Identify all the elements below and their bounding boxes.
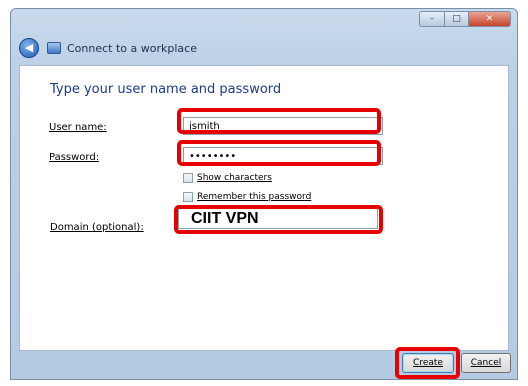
back-arrow-icon[interactable]: ◀: [19, 38, 39, 58]
username-label: User name:: [49, 122, 107, 133]
close-button[interactable]: ✕: [469, 11, 511, 27]
domain-label: Domain (optional):: [50, 222, 144, 233]
maximize-button[interactable]: □: [445, 11, 469, 27]
show-characters-option[interactable]: Show characters: [183, 173, 272, 183]
title-bar: – □ ✕: [11, 9, 517, 35]
username-input[interactable]: [183, 117, 383, 135]
create-button[interactable]: Create: [402, 353, 454, 373]
cancel-button[interactable]: Cancel: [461, 353, 511, 373]
remember-password-checkbox[interactable]: [183, 192, 193, 202]
domain-value: CIIT VPN: [191, 210, 259, 227]
minimize-button[interactable]: –: [419, 11, 445, 27]
password-label: Password:: [49, 152, 100, 163]
page-heading: Type your user name and password: [50, 82, 282, 97]
show-characters-label: Show characters: [197, 173, 272, 183]
remember-password-option[interactable]: Remember this password: [183, 192, 311, 202]
window-title: Connect to a workplace: [67, 41, 197, 55]
show-characters-checkbox[interactable]: [183, 173, 193, 183]
window-controls: – □ ✕: [419, 11, 511, 27]
remember-password-label: Remember this password: [197, 192, 312, 202]
network-icon: [47, 42, 61, 54]
navigation-bar: ◀ Connect to a workplace: [19, 35, 197, 61]
domain-input[interactable]: CIIT VPN: [178, 207, 378, 229]
password-input[interactable]: [183, 147, 383, 165]
